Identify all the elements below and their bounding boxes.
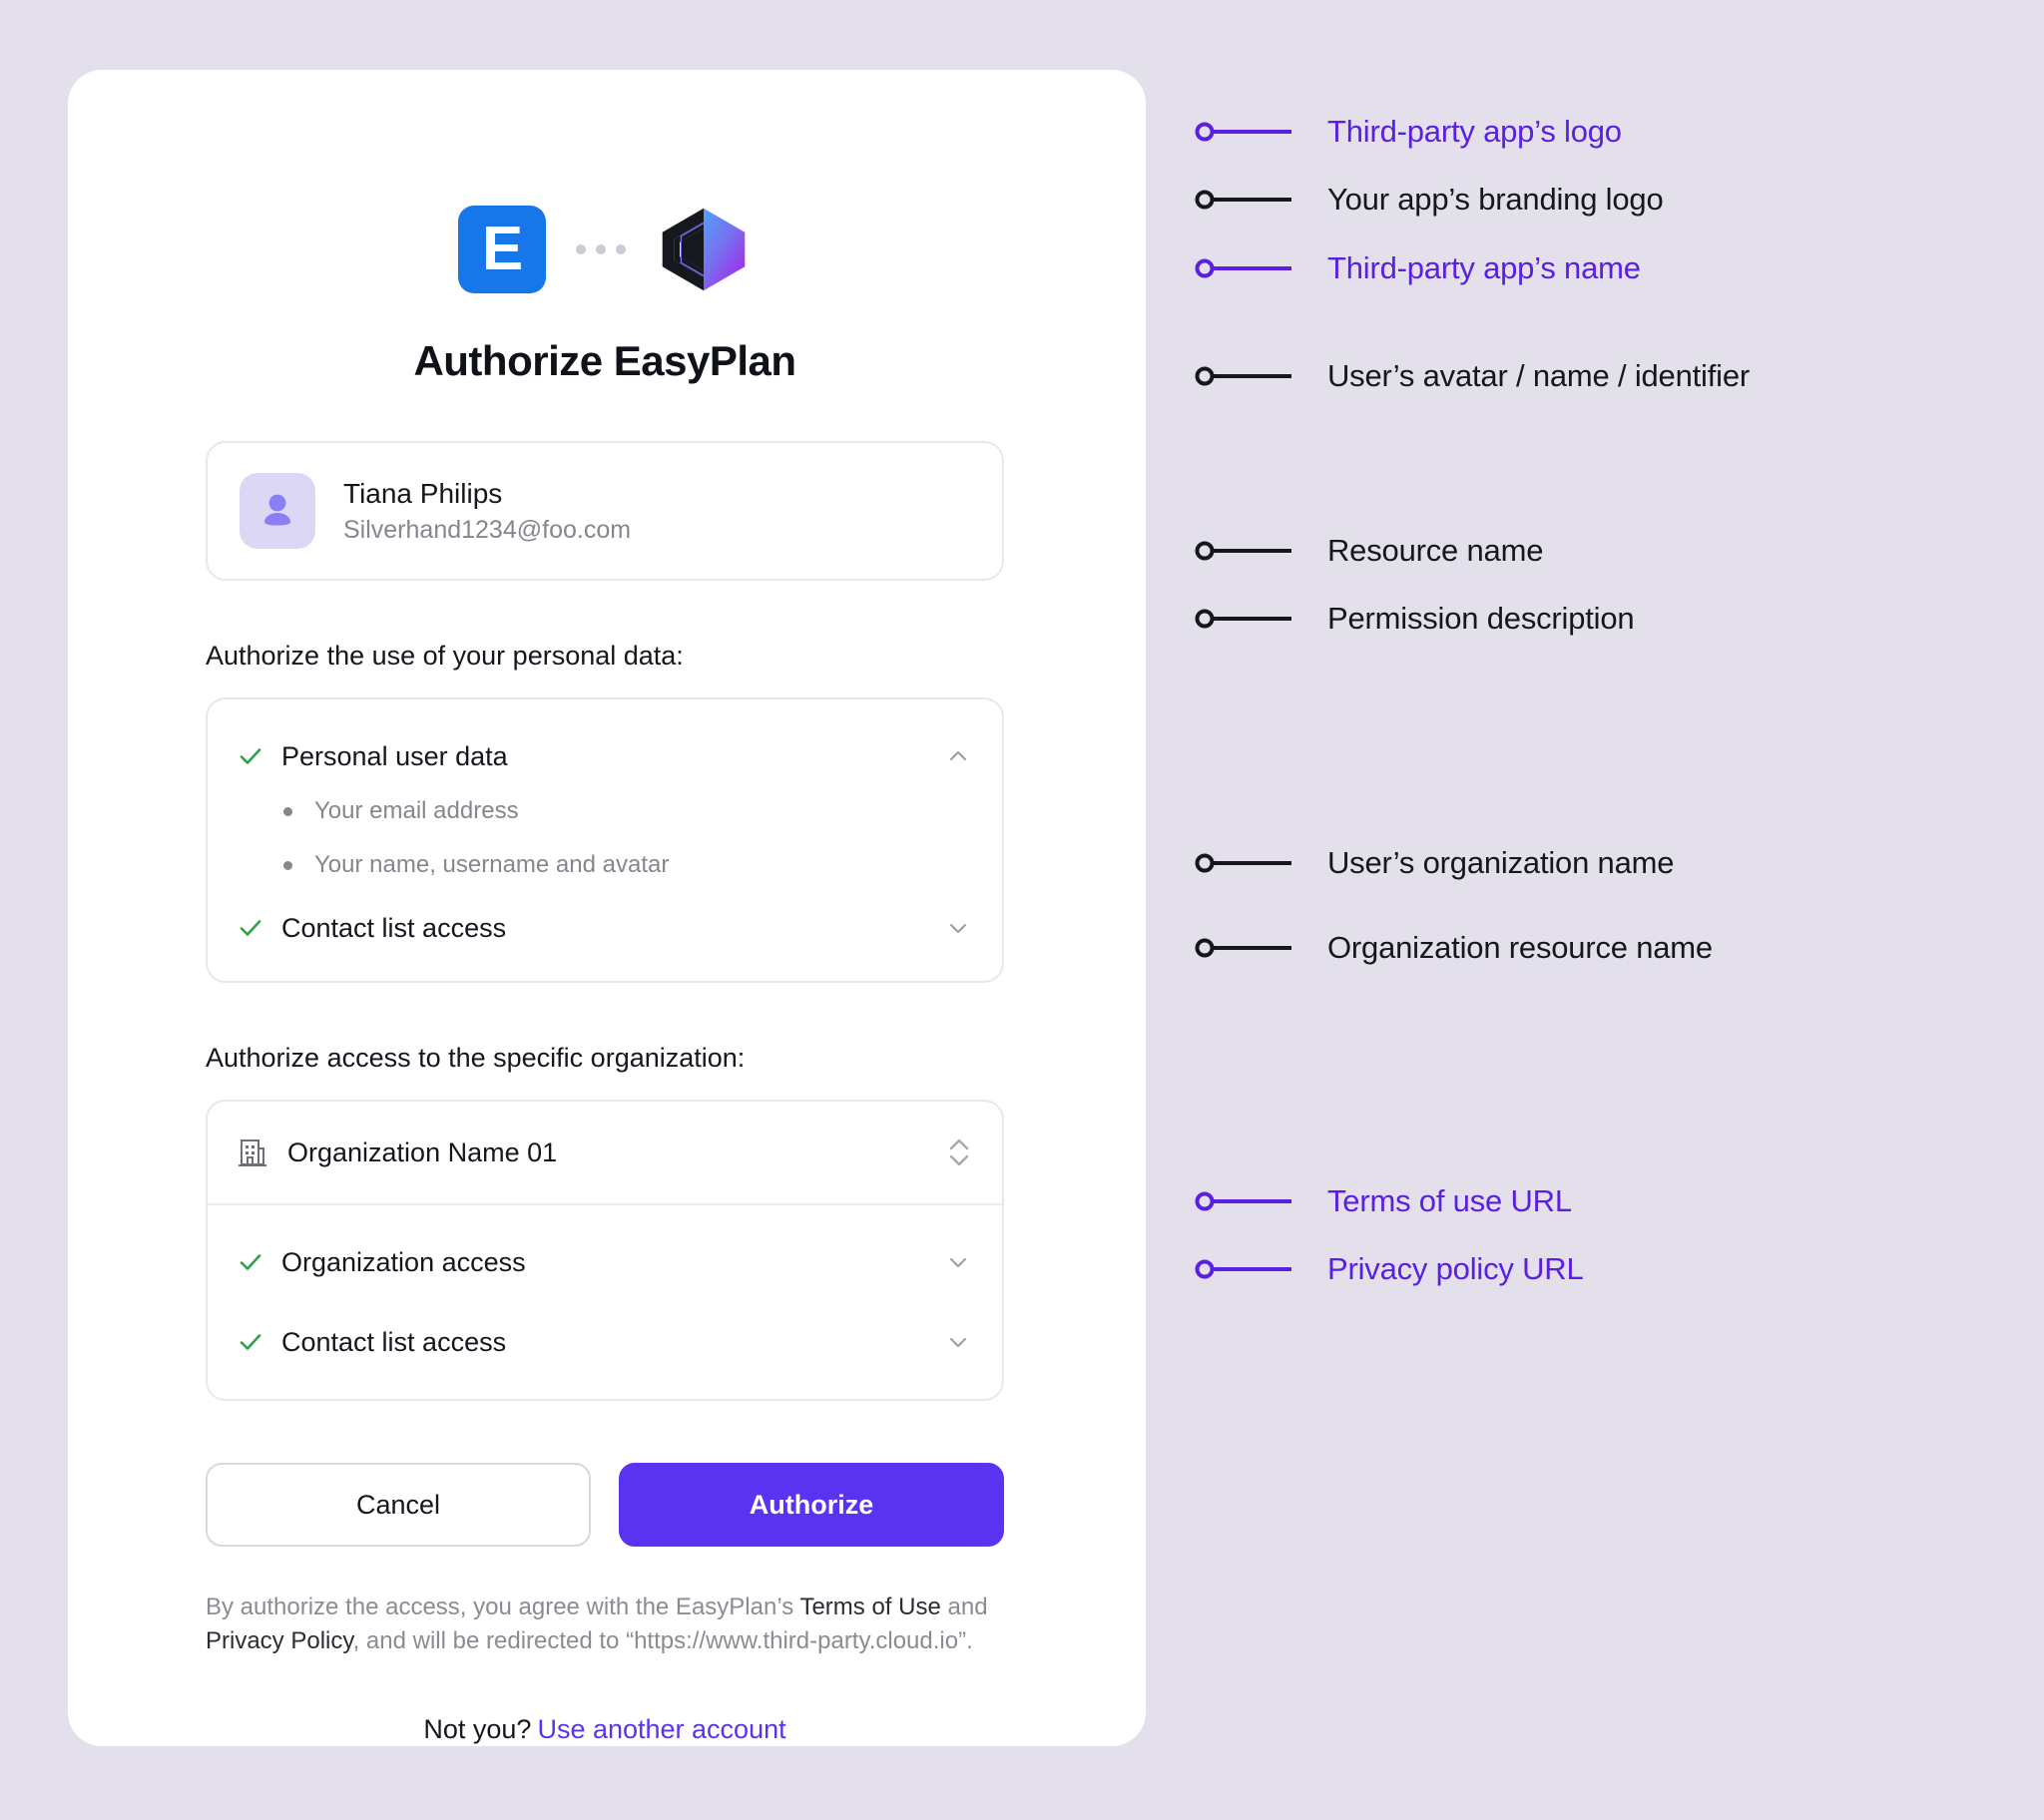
- chevron-up-down-icon[interactable]: [946, 1133, 972, 1172]
- dot: [596, 244, 606, 254]
- user-meta: Tiana Philips Silverhand1234@foo.com: [343, 478, 631, 545]
- scope-row-organization-access[interactable]: Organization access: [238, 1239, 972, 1285]
- annotation-label: Resource name: [1327, 533, 1544, 568]
- leader-line-icon: [1195, 609, 1291, 629]
- bullet-icon: [283, 860, 292, 870]
- cancel-button[interactable]: Cancel: [206, 1463, 591, 1547]
- chevron-down-icon[interactable]: [944, 914, 972, 942]
- check-icon: [238, 1249, 267, 1275]
- use-another-account-link[interactable]: Use another account: [537, 1714, 785, 1744]
- annotation-label: Organization resource name: [1327, 930, 1713, 965]
- legal-part-3: , and will be redirected to “https://www…: [352, 1627, 973, 1655]
- annotation-legend: Third-party app’s logo Your app’s brandi…: [1194, 0, 2044, 1820]
- scope-label: Contact list access: [281, 912, 507, 943]
- annotation-branding-logo: Your app’s branding logo: [1194, 180, 1664, 220]
- annotation-user-identity: User’s avatar / name / identifier: [1194, 356, 1750, 396]
- scope-detail-list: Your email address Your name, username a…: [238, 797, 972, 879]
- privacy-policy-link[interactable]: Privacy Policy: [206, 1627, 353, 1654]
- easyplan-logo-letter: E: [481, 215, 523, 283]
- list-item: Your email address: [283, 797, 972, 825]
- check-icon: [238, 743, 267, 769]
- annotation-label: Third-party app’s name: [1327, 250, 1641, 285]
- chevron-up-icon[interactable]: [944, 742, 972, 770]
- scope-label: Contact list access: [281, 1326, 507, 1357]
- logo-row: E: [206, 200, 1004, 299]
- easyplan-logo-icon: E: [458, 206, 546, 293]
- organization-selector[interactable]: Organization Name 01: [208, 1102, 1002, 1205]
- organization-name: Organization Name 01: [287, 1137, 558, 1167]
- list-item: Your name, username and avatar: [283, 851, 972, 879]
- annotation-label: Permission description: [1327, 601, 1635, 636]
- annotation-privacy-url: Privacy policy URL: [1194, 1249, 1584, 1289]
- annotation-terms-url: Terms of use URL: [1194, 1181, 1572, 1221]
- scope-row-org-contact-list-access[interactable]: Contact list access: [238, 1319, 972, 1365]
- organization-scope-list: Organization access Contact list access: [208, 1205, 1002, 1399]
- user-identity-card[interactable]: Tiana Philips Silverhand1234@foo.com: [206, 441, 1004, 581]
- user-avatar-icon: [240, 473, 315, 549]
- organization-heading: Authorize access to the specific organiz…: [206, 1043, 746, 1073]
- leader-line-icon: [1195, 853, 1291, 873]
- not-you-label: Not you?: [423, 1714, 532, 1745]
- annotation-resource-name: Resource name: [1194, 531, 1543, 571]
- annotation-org-resource-name: Organization resource name: [1194, 928, 1713, 968]
- not-you-row: Not you? Use another account: [206, 1714, 1004, 1745]
- scope-label: Personal user data: [281, 740, 508, 771]
- leader-line-icon: [1195, 938, 1291, 958]
- leader-line-icon: [1195, 1259, 1291, 1279]
- user-name: Tiana Philips: [343, 477, 503, 509]
- check-icon: [238, 1329, 267, 1355]
- scope-detail: Your name, username and avatar: [314, 851, 670, 878]
- leader-line-icon: [1195, 190, 1291, 210]
- annotation-permission-description: Permission description: [1194, 599, 1635, 639]
- annotation-label: User’s organization name: [1327, 845, 1675, 880]
- dot: [576, 244, 586, 254]
- user-email: Silverhand1234@foo.com: [343, 515, 632, 544]
- leader-line-icon: [1195, 541, 1291, 561]
- terms-of-use-link[interactable]: Terms of Use: [799, 1593, 940, 1620]
- authorization-card: E Authorize EasyPlan Tiana Philips Silve…: [68, 70, 1146, 1746]
- leader-line-icon: [1195, 258, 1291, 278]
- hexagon-brand-logo-icon: [662, 208, 746, 291]
- building-icon: [238, 1137, 267, 1168]
- annotation-label: User’s avatar / name / identifier: [1327, 358, 1750, 393]
- page-root: E Authorize EasyPlan Tiana Philips Silve…: [0, 0, 2044, 1820]
- leader-line-icon: [1195, 122, 1291, 142]
- annotation-third-party-name: Third-party app’s name: [1194, 248, 1641, 288]
- chevron-down-icon[interactable]: [944, 1248, 972, 1276]
- page-title: Authorize EasyPlan: [413, 337, 796, 384]
- scope-label: Organization access: [281, 1246, 526, 1277]
- check-icon: [238, 915, 267, 941]
- organization-panel: Organization Name 01 Organization access…: [206, 1100, 1004, 1401]
- bullet-icon: [283, 806, 292, 816]
- action-buttons: Cancel Authorize: [206, 1463, 1004, 1547]
- leader-line-icon: [1195, 366, 1291, 386]
- annotation-third-party-logo: Third-party app’s logo: [1194, 112, 1622, 152]
- annotation-label: Your app’s branding logo: [1327, 182, 1664, 217]
- annotation-label: Third-party app’s logo: [1327, 114, 1622, 149]
- annotation-label: Terms of use URL: [1327, 1183, 1572, 1218]
- dots-connector-icon: [576, 244, 626, 254]
- scope-row-contact-list-access[interactable]: Contact list access: [238, 905, 972, 951]
- dot: [616, 244, 626, 254]
- legal-part-1: By authorize the access, you agree with …: [206, 1593, 800, 1620]
- legal-part-2: and: [940, 1593, 988, 1620]
- personal-scope-panel: Personal user data Your email address Yo…: [206, 697, 1004, 983]
- scope-row-personal-user-data[interactable]: Personal user data: [238, 733, 972, 779]
- authorize-button[interactable]: Authorize: [619, 1463, 1004, 1547]
- legal-text: By authorize the access, you agree with …: [206, 1591, 1004, 1658]
- annotation-label: Privacy policy URL: [1327, 1251, 1584, 1286]
- personal-data-heading: Authorize the use of your personal data:: [206, 641, 684, 671]
- leader-line-icon: [1195, 1191, 1291, 1211]
- chevron-down-icon[interactable]: [944, 1328, 972, 1356]
- card-content: E Authorize EasyPlan Tiana Philips Silve…: [206, 150, 1004, 1745]
- annotation-organization-name: User’s organization name: [1194, 843, 1674, 883]
- scope-detail: Your email address: [314, 797, 519, 824]
